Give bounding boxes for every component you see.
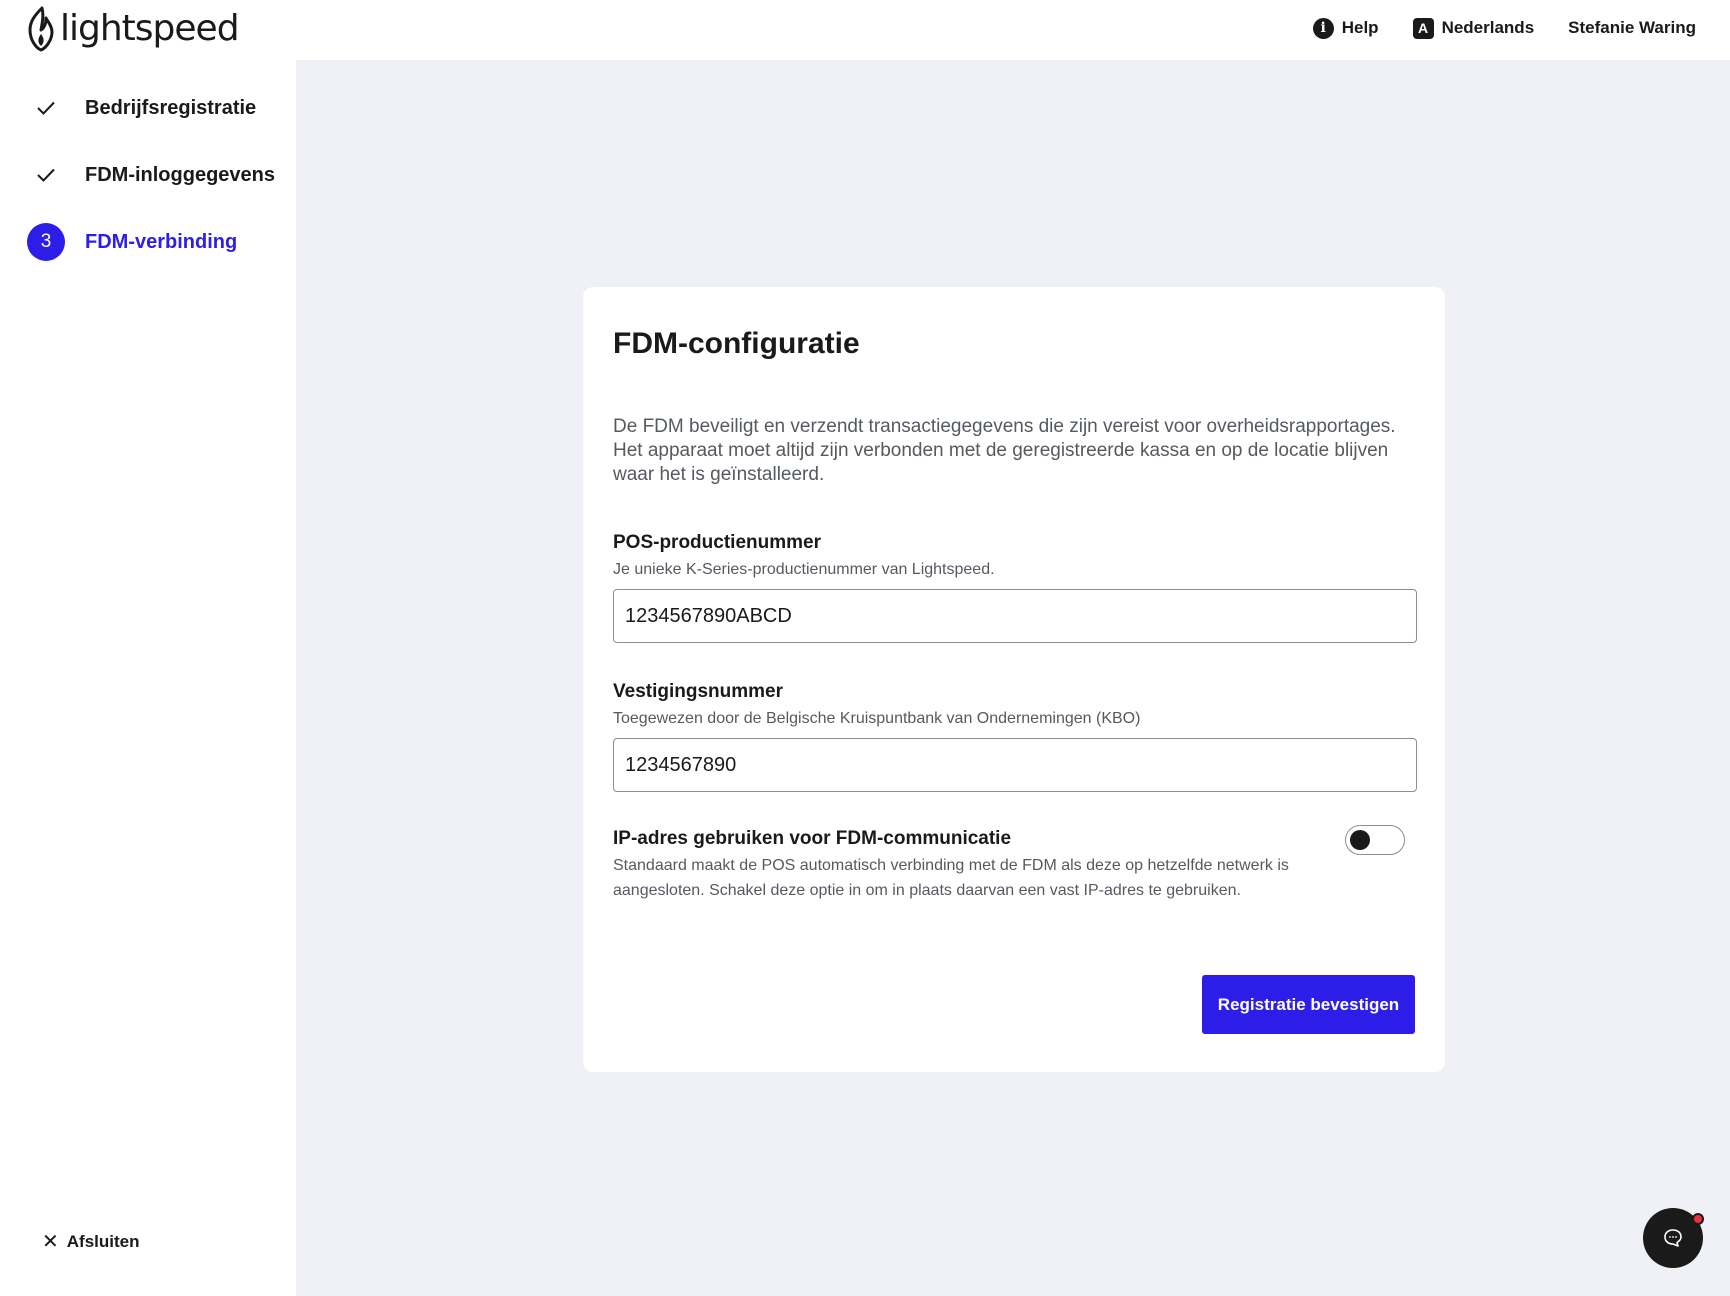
branch-number-help: Toegewezen door de Belgische Kruispuntba…: [613, 710, 1141, 727]
step-fdm-inloggegevens[interactable]: FDM-inloggegevens: [27, 156, 287, 194]
toggle-knob: [1350, 830, 1370, 850]
user-name: Stefanie Waring: [1568, 18, 1696, 37]
chat-icon: [1664, 1229, 1682, 1247]
pos-number-label: POS-productienummer: [613, 532, 821, 553]
card-title: FDM-configuratie: [613, 327, 860, 360]
top-header: lightspeed i Help A Nederlands Stefanie …: [0, 0, 1730, 60]
ip-toggle-label: IP-adres gebruiken voor FDM-communicatie: [613, 828, 1012, 849]
check-icon: [27, 156, 65, 194]
step-label: Bedrijfsregistratie: [85, 96, 257, 119]
close-button[interactable]: ✕ Afsluiten: [42, 1232, 140, 1252]
close-label: Afsluiten: [66, 1232, 140, 1251]
notification-dot: [1692, 1213, 1704, 1225]
translate-icon: A: [1412, 17, 1434, 39]
user-menu[interactable]: Stefanie Waring: [1568, 18, 1696, 38]
branch-number-input[interactable]: [613, 738, 1417, 792]
pos-number-input[interactable]: [613, 589, 1417, 643]
card-description: De FDM beveiligt en verzendt transactieg…: [613, 416, 1396, 485]
step-label: FDM-inloggegevens: [85, 163, 276, 186]
info-icon: i: [1312, 17, 1334, 39]
help-label: Help: [1341, 18, 1379, 37]
confirm-registration-button[interactable]: Registratie bevestigen: [1202, 975, 1415, 1034]
help-link[interactable]: i Help: [1312, 17, 1379, 39]
steps-sidebar: Bedrijfsregistratie FDM-inloggegevens 3 …: [0, 60, 296, 1296]
fdm-config-card: FDM-configuratie De FDM beveiligt en ver…: [583, 287, 1445, 1072]
step-number-badge: 3: [27, 223, 65, 261]
flame-icon: [28, 6, 54, 52]
header-actions: i Help A Nederlands Stefanie Waring: [1312, 0, 1696, 56]
check-icon: [27, 89, 65, 127]
lightspeed-logo[interactable]: lightspeed: [26, 4, 240, 54]
branch-number-label: Vestigingsnummer: [613, 681, 783, 702]
language-selector[interactable]: A Nederlands: [1412, 17, 1535, 39]
ip-toggle-help: Standaard maakt de POS automatisch verbi…: [613, 857, 1289, 899]
step-bedrijfsregistratie[interactable]: Bedrijfsregistratie: [27, 89, 287, 127]
close-icon: ✕: [42, 1231, 59, 1253]
logo-text: lightspeed: [60, 8, 240, 49]
language-label: Nederlands: [1441, 18, 1535, 37]
pos-number-help: Je unieke K-Series-productienummer van L…: [613, 561, 995, 578]
ip-address-toggle[interactable]: [1345, 825, 1405, 855]
step-fdm-verbinding[interactable]: 3 FDM-verbinding: [27, 223, 287, 261]
step-label: FDM-verbinding: [85, 230, 238, 253]
main-content: FDM-configuratie De FDM beveiligt en ver…: [296, 60, 1730, 1296]
